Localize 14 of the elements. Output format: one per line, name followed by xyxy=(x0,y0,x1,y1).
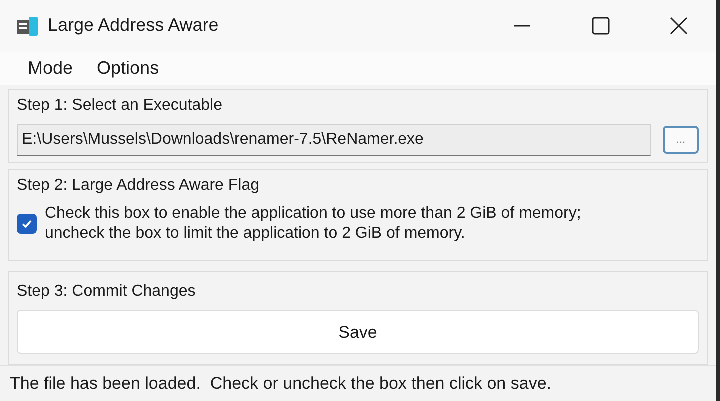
path-field[interactable]: E:\Users\Mussels\Downloads\renamer-7.5\ReNamer.exe xyxy=(17,124,651,156)
menu-item[interactable]: Options xyxy=(85,54,172,82)
menu-item[interactable]: Mode xyxy=(16,54,86,82)
group-title: Step 3: Commit Changes xyxy=(17,282,197,302)
checkbox[interactable] xyxy=(17,214,37,234)
check-icon xyxy=(21,218,33,230)
status-text: The file has been loaded. Check or uncheck the box then click on save. xyxy=(10,372,552,395)
checkbox-label: Check this box to enable the application to use more than 2 GiB of memory; uncheck the box to limit the application to 2 GiB of memory. xyxy=(45,204,582,244)
window-title: Large Address Aware xyxy=(48,14,219,38)
group-title: Step 2: Large Address Aware Flag xyxy=(17,176,261,196)
group-title: Step 1: Select an Executable xyxy=(17,96,224,116)
close-icon[interactable] xyxy=(670,16,688,35)
maximize-icon[interactable] xyxy=(592,16,610,35)
save-button[interactable]: Save xyxy=(17,310,699,354)
